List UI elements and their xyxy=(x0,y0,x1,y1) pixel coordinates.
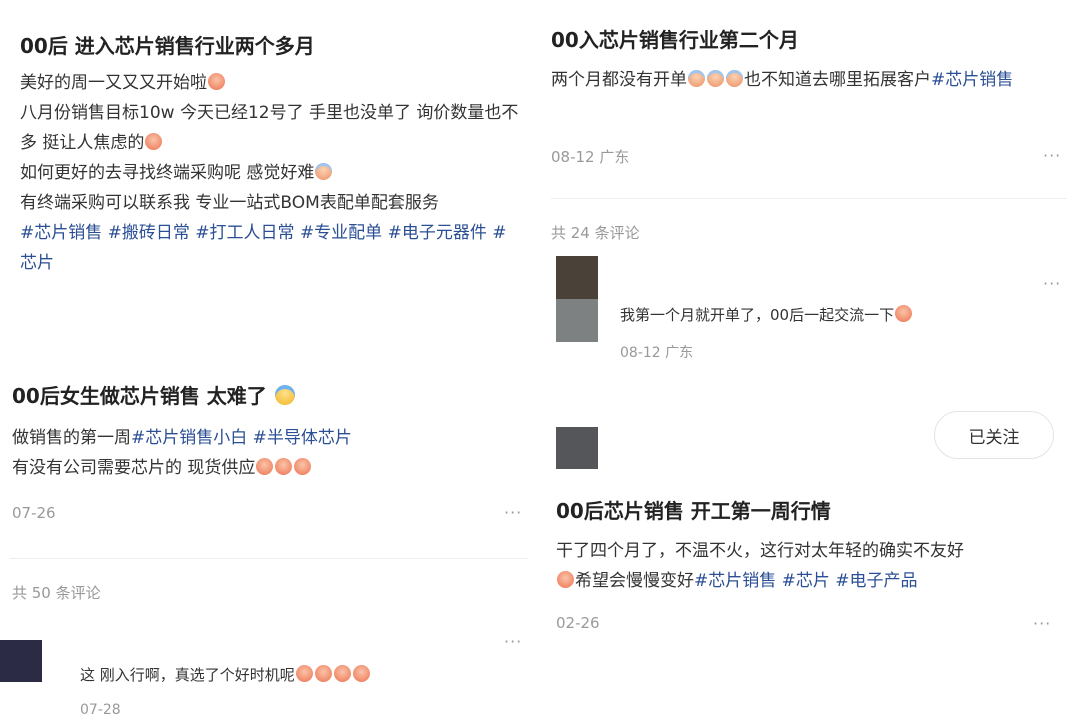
blush-face-emoji-icon xyxy=(294,458,312,475)
blush-face-emoji-icon xyxy=(256,458,274,475)
sob-face-emoji-icon xyxy=(314,665,332,682)
divider xyxy=(551,198,1067,199)
more-options-icon[interactable]: ··· xyxy=(504,503,522,522)
post-text-line: 也不知道去哪里拓展客户 xyxy=(744,70,931,90)
more-options-icon[interactable]: ··· xyxy=(504,632,522,651)
sob-face-emoji-icon xyxy=(145,133,163,150)
post-text-line: 有没有公司需要芯片的 现货供应 xyxy=(12,458,256,478)
post-title: 00入芯片销售行业第二个月 xyxy=(551,28,799,52)
comment-text-content: 我第一个月就开单了，00后一起交流一下 xyxy=(620,306,895,324)
comment-count: 共 24 条评论 xyxy=(551,224,640,242)
comment-count: 共 50 条评论 xyxy=(12,584,101,602)
sob-face-emoji-icon xyxy=(333,665,351,682)
crying-face-emoji-icon xyxy=(274,385,295,405)
post-text-line: 干了四个月了，不温不火，这行对太年轻的确实不友好 xyxy=(556,541,964,561)
avatar-bottom xyxy=(556,299,598,342)
post-date: 07-26 xyxy=(12,504,56,522)
post-tags[interactable]: #芯片销售小白 #半导体芯片 xyxy=(131,428,352,448)
sob-face-emoji-icon xyxy=(295,665,313,682)
post-text-line: 有终端采购可以联系我 专业一站式BOM表配单配套服务 xyxy=(20,193,439,213)
blush-face-emoji-icon xyxy=(275,458,293,475)
post-tags[interactable]: #芯片销售 xyxy=(931,70,1013,90)
avatar-top xyxy=(556,256,598,299)
comment-text: 这 刚入行啊，真选了个好时机呢 xyxy=(80,664,371,685)
post-title: 00后 进入芯片销售行业两个多月 xyxy=(20,34,315,58)
post-body: 干了四个月了，不温不火，这行对太年轻的确实不友好 希望会慢慢变好#芯片销售 #芯… xyxy=(556,536,1066,596)
post-title-text: 00后女生做芯片销售 太难了 xyxy=(12,384,267,408)
post-text-line: 希望会慢慢变好 xyxy=(575,571,694,591)
post-text-line: 八月份销售目标10w 今天已经12号了 手里也没单了 询价数量也不多 挺让人焦虑… xyxy=(20,103,519,153)
comment-date: 07-28 xyxy=(80,702,121,718)
post-text-line: 做销售的第一周 xyxy=(12,428,131,448)
comment-text: 我第一个月就开单了，00后一起交流一下 xyxy=(620,304,913,325)
sweat-face-emoji-icon xyxy=(688,70,705,87)
sweat-face-emoji-icon xyxy=(315,163,333,180)
post-date: 02-26 xyxy=(556,614,600,632)
more-options-icon[interactable]: ··· xyxy=(1043,146,1061,165)
post-text-line: 两个月都没有开单 xyxy=(551,70,687,90)
post-text-line: 美好的周一又又又开始啦 xyxy=(20,73,207,93)
sob-face-emoji-icon xyxy=(557,571,574,588)
sweat-face-emoji-icon xyxy=(707,70,724,87)
avatar[interactable] xyxy=(556,256,598,342)
post-title: 00后女生做芯片销售 太难了 xyxy=(12,380,296,409)
blush-face-emoji-icon xyxy=(895,305,913,322)
blush-face-emoji-icon xyxy=(208,73,225,90)
comment-date-location: 08-12 广东 xyxy=(620,345,694,361)
avatar[interactable] xyxy=(0,640,42,682)
post-body: 两个月都没有开单 也不知道去哪里拓展客户#芯片销售 xyxy=(551,65,1061,95)
follow-button[interactable]: 已关注 xyxy=(934,411,1054,459)
sweat-face-emoji-icon xyxy=(726,70,743,87)
post-body: 美好的周一又又又开始啦 八月份销售目标10w 今天已经12号了 手里也没单了 询… xyxy=(20,68,520,278)
post-date-location: 08-12 广东 xyxy=(551,148,630,166)
post-text-line: 如何更好的去寻找终端采购呢 感觉好难 xyxy=(20,163,315,183)
divider xyxy=(10,558,528,559)
post-tags[interactable]: #芯片销售 #芯片 #电子产品 xyxy=(694,571,918,591)
post-tags[interactable]: #芯片销售 #搬砖日常 #打工人日常 #专业配单 #电子元器件 #芯片 xyxy=(20,218,520,278)
avatar[interactable] xyxy=(556,427,598,469)
sob-face-emoji-icon xyxy=(352,665,370,682)
more-options-icon[interactable]: ··· xyxy=(1033,614,1051,633)
post-body: 做销售的第一周#芯片销售小白 #半导体芯片 有没有公司需要芯片的 现货供应 xyxy=(12,423,522,483)
more-options-icon[interactable]: ··· xyxy=(1043,274,1061,293)
comment-text-content: 这 刚入行啊，真选了个好时机呢 xyxy=(80,666,295,684)
post-title: 00后芯片销售 开工第一周行情 xyxy=(556,499,831,523)
